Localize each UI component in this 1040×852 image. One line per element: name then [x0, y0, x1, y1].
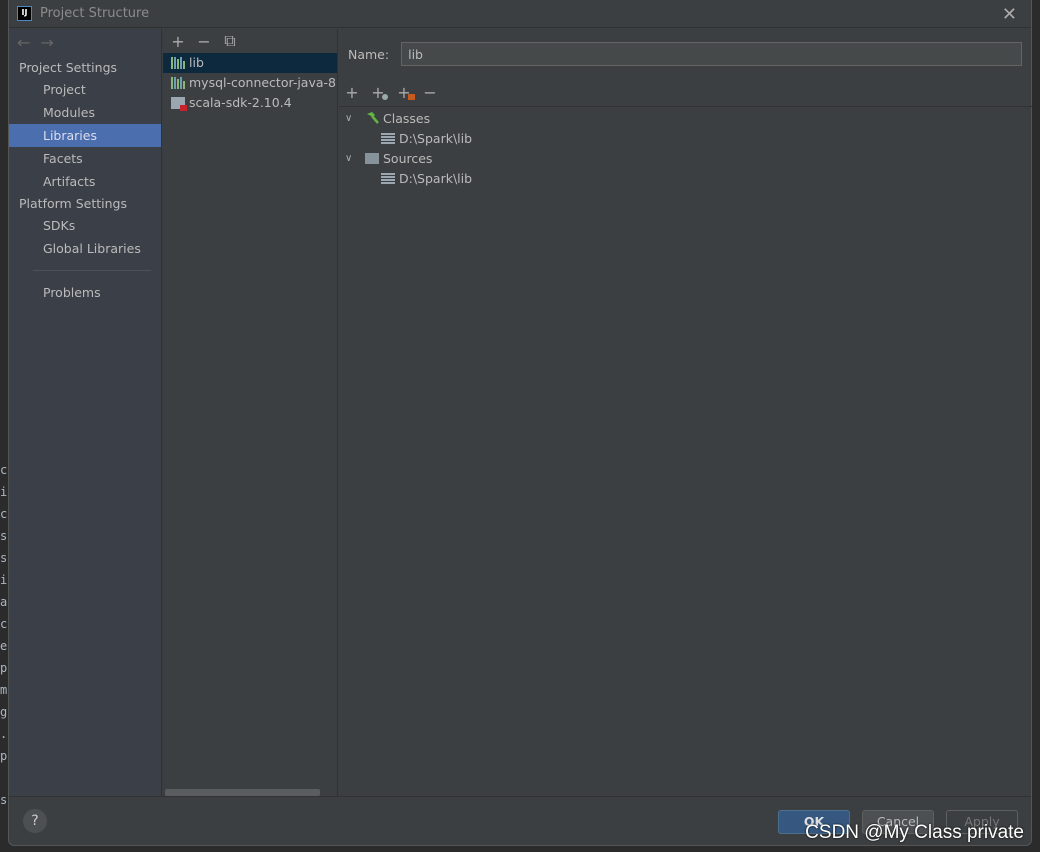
sidebar-item-sdks[interactable]: SDKs [9, 214, 161, 237]
code-char: i [0, 485, 8, 499]
code-char: a [0, 595, 8, 609]
hammer-icon [367, 112, 379, 124]
library-item-scala-sdk[interactable]: scala-sdk-2.10.4 [163, 93, 337, 113]
code-char: c [0, 617, 8, 631]
divider [33, 270, 151, 271]
forward-arrow-icon[interactable]: → [40, 33, 53, 52]
chevron-down-icon[interactable]: ∨ [345, 153, 359, 164]
section-project-settings: Project Settings [19, 60, 118, 75]
name-input[interactable] [401, 42, 1023, 66]
help-button[interactable]: ? [23, 809, 47, 833]
intellij-logo-icon: IJ [17, 6, 32, 21]
sidebar-item-modules[interactable]: Modules [9, 101, 161, 124]
code-char: s [0, 551, 8, 565]
library-item-mysql[interactable]: mysql-connector-java-8.0. [163, 73, 337, 93]
library-detail-panel: Name: + + + − ∨ Classes D:\Spark\lib ∨ S… [339, 29, 1032, 796]
title-bar: IJ Project Structure ✕ [9, 0, 1031, 28]
code-char: i [0, 573, 8, 587]
sidebar-item-facets[interactable]: Facets [9, 147, 161, 170]
chevron-down-icon[interactable]: ∨ [345, 113, 359, 124]
name-label: Name: [348, 46, 390, 62]
jar-folder-icon [381, 172, 395, 184]
background-editor-code: c i c s s i a c e p m g . p s [0, 459, 8, 811]
source-folder-icon [365, 152, 379, 164]
library-name: mysql-connector-java-8.0. [189, 75, 337, 90]
sidebar-item-global-libraries[interactable]: Global Libraries [9, 237, 161, 260]
horizontal-scrollbar[interactable] [165, 789, 320, 796]
project-structure-dialog: IJ Project Structure ✕ ← → Project Settin… [8, 0, 1032, 846]
library-name: scala-sdk-2.10.4 [189, 95, 292, 110]
library-list-panel: + − ⧉ lib mysql-connector-java-8.0. scal… [163, 29, 338, 796]
code-char: g [0, 705, 8, 719]
tree-node-label: Sources [383, 150, 433, 166]
tree-node-classes-path[interactable]: D:\Spark\lib [339, 128, 1032, 148]
code-char: c [0, 463, 8, 477]
sidebar-item-problems[interactable]: Problems [9, 281, 161, 304]
add-url-icon[interactable]: + [371, 83, 388, 102]
code-char: p [0, 661, 8, 675]
jar-folder-icon [381, 132, 395, 144]
library-item-lib[interactable]: lib [163, 53, 337, 73]
roots-toolbar: + + + − [339, 79, 1032, 107]
code-char: e [0, 639, 8, 653]
code-char [0, 767, 8, 789]
sidebar-item-artifacts[interactable]: Artifacts [9, 170, 161, 193]
window-title: Project Structure [40, 6, 150, 21]
add-icon[interactable]: + [171, 32, 185, 51]
nav-arrows: ← → [9, 29, 161, 57]
remove-icon[interactable]: − [423, 83, 437, 102]
name-row: Name: [339, 29, 1032, 79]
add-icon[interactable]: + [345, 83, 359, 102]
sidebar: ← → Project Settings Project Modules Libr… [9, 29, 162, 796]
section-platform-settings: Platform Settings [19, 196, 127, 211]
library-toolbar: + − ⧉ [163, 29, 337, 53]
copy-icon[interactable]: ⧉ [223, 31, 237, 51]
scala-sdk-icon [171, 97, 187, 111]
tree-node-classes[interactable]: ∨ Classes [339, 108, 1032, 128]
code-char: s [0, 529, 8, 543]
library-icon [171, 77, 185, 89]
library-icon [171, 57, 185, 69]
code-char: s [0, 793, 8, 807]
roots-tree: ∨ Classes D:\Spark\lib ∨ Sources D:\Spar… [339, 107, 1032, 188]
tree-node-sources-path[interactable]: D:\Spark\lib [339, 168, 1032, 188]
watermark: CSDN @My Class private [805, 822, 1024, 843]
tree-node-label: D:\Spark\lib [399, 170, 473, 186]
tree-node-label: D:\Spark\lib [399, 130, 473, 146]
add-folder-icon[interactable]: + [397, 83, 415, 102]
code-char: p [0, 749, 8, 763]
sidebar-item-project[interactable]: Project [9, 78, 161, 101]
back-arrow-icon[interactable]: ← [17, 33, 30, 52]
library-name: lib [189, 55, 204, 70]
code-char: m [0, 683, 8, 697]
sidebar-item-libraries[interactable]: Libraries [9, 124, 161, 147]
code-char: c [0, 507, 8, 521]
code-char: . [0, 727, 8, 741]
tree-node-label: Classes [383, 110, 431, 126]
remove-icon[interactable]: − [197, 32, 211, 51]
close-icon[interactable]: ✕ [1002, 4, 1017, 25]
tree-node-sources[interactable]: ∨ Sources [339, 148, 1032, 168]
